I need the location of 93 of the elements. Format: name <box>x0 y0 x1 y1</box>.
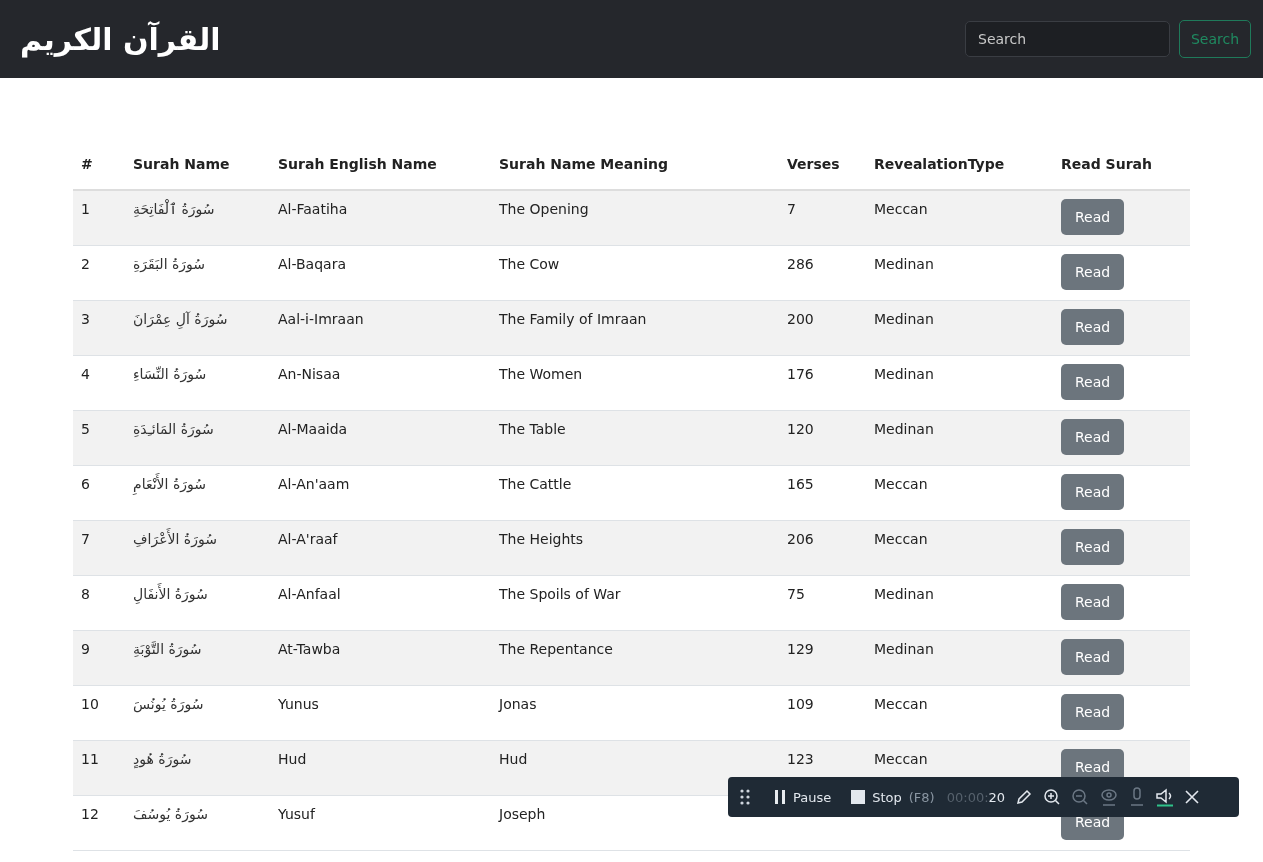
table-cell: Medinan <box>874 421 934 437</box>
table-cell: 206 <box>787 531 814 547</box>
table-cell: An-Nisaa <box>278 366 341 382</box>
table-cell: Aal-i-Imraan <box>278 311 364 327</box>
table-cell: Hud <box>278 751 307 767</box>
table-cell: سُورَةُ يُونُسَ <box>133 696 204 712</box>
table-cell: 10 <box>81 696 99 712</box>
read-button[interactable]: Read <box>1061 199 1125 235</box>
speaker-icon[interactable] <box>1155 787 1176 807</box>
table-cell: Meccan <box>874 201 928 217</box>
stop-button[interactable]: Stop (F8) <box>851 789 935 805</box>
table-cell: 129 <box>787 641 814 657</box>
table-cell: Yunus <box>278 696 319 712</box>
table-cell: Al-Maaida <box>278 421 348 437</box>
table-cell: 200 <box>787 311 814 327</box>
pencil-icon[interactable] <box>1015 788 1034 806</box>
recording-timer: 00:00:20 <box>946 789 1006 805</box>
table-cell: The Spoils of War <box>499 586 621 602</box>
table-cell: سُورَةُ النِّسَاءِ <box>133 366 207 382</box>
logo[interactable]: القرآن الكريم <box>20 21 221 57</box>
table-cell: 75 <box>787 586 805 602</box>
search-button[interactable]: Search <box>1179 20 1251 58</box>
table-cell: 9 <box>81 641 90 657</box>
table-cell: The Opening <box>499 201 589 217</box>
close-icon[interactable] <box>1185 790 1200 804</box>
table-cell: Joseph <box>499 806 546 822</box>
zoom-in-icon[interactable] <box>1043 788 1062 806</box>
table-cell: Medinan <box>874 366 934 382</box>
table-cell: Al-A'raaf <box>278 531 338 547</box>
table-cell: 120 <box>787 421 814 437</box>
table-cell: 286 <box>787 256 814 272</box>
table-cell: 7 <box>81 531 90 547</box>
read-button[interactable]: Read <box>1061 474 1125 510</box>
zoom-out-icon[interactable] <box>1071 788 1090 806</box>
table-cell: At-Tawba <box>278 641 341 657</box>
table-cell: 3 <box>81 311 90 327</box>
table-cell: Jonas <box>499 696 537 712</box>
table-cell: Meccan <box>874 696 928 712</box>
table-cell: Yusuf <box>278 806 315 822</box>
read-button[interactable]: Read <box>1061 694 1125 730</box>
microphone-icon[interactable] <box>1129 787 1146 807</box>
table-cell: سُورَةُ البَقَرَةِ <box>133 256 206 272</box>
table-cell: سُورَةُ ٱلْفَاتِحَةِ <box>133 201 215 217</box>
table-cell: The Repentance <box>499 641 613 657</box>
pause-icon <box>774 789 786 805</box>
table-cell: 109 <box>787 696 814 712</box>
table-cell: 5 <box>81 421 90 437</box>
drag-handle-icon[interactable] <box>740 789 750 805</box>
table-cell: 2 <box>81 256 90 272</box>
table-cell: The Table <box>499 421 566 437</box>
read-button[interactable]: Read <box>1061 584 1125 620</box>
table-cell: 176 <box>787 366 814 382</box>
table-cell: 4 <box>81 366 90 382</box>
read-button[interactable]: Read <box>1061 364 1125 400</box>
table-cell: 7 <box>787 201 796 217</box>
table-cell: The Cow <box>499 256 560 272</box>
table-cell: سُورَةُ هُودٍ <box>133 751 192 767</box>
table-cell: Al-Baqara <box>278 256 346 272</box>
table-cell: سُورَةُ التَّوْبَةِ <box>133 641 202 657</box>
table-cell: Medinan <box>874 256 934 272</box>
table-cell: 12 <box>81 806 99 822</box>
table-cell: 1 <box>81 201 90 217</box>
read-button[interactable]: Read <box>1061 254 1125 290</box>
read-button[interactable]: Read <box>1061 529 1125 565</box>
table-cell: 165 <box>787 476 814 492</box>
table-cell: سُورَةُ آلِ عِمْرَانَ <box>133 311 228 327</box>
table-cell: 11 <box>81 751 99 767</box>
pause-button[interactable]: Pause <box>774 789 832 805</box>
table-cell: Meccan <box>874 751 928 767</box>
table-cell: Meccan <box>874 476 928 492</box>
table-cell: Medinan <box>874 641 934 657</box>
table-cell: The Women <box>499 366 583 382</box>
table-cell: سُورَةُ يُوسُفَ <box>133 806 208 822</box>
table-cell: Al-An'aam <box>278 476 350 492</box>
read-button[interactable]: Read <box>1061 309 1125 345</box>
table-cell: سُورَةُ المَائـِدَةِ <box>133 421 214 437</box>
read-button[interactable]: Read <box>1061 639 1125 675</box>
table-cell: The Family of Imraan <box>499 311 647 327</box>
search-field[interactable]: Search <box>965 21 1170 57</box>
table-cell: 8 <box>81 586 90 602</box>
webcam-icon[interactable] <box>1099 787 1120 807</box>
table-cell: 6 <box>81 476 90 492</box>
table-cell: Medinan <box>874 311 934 327</box>
table-cell: Al-Faatiha <box>278 201 348 217</box>
table-cell: Hud <box>499 751 528 767</box>
table-cell: Medinan <box>874 586 934 602</box>
table-cell: Al-Anfaal <box>278 586 341 602</box>
stop-icon <box>851 790 866 804</box>
table-cell: The Cattle <box>499 476 572 492</box>
table-cell: The Heights <box>499 531 584 547</box>
table-cell: Meccan <box>874 531 928 547</box>
read-button[interactable]: Read <box>1061 419 1125 455</box>
table-cell: 123 <box>787 751 814 767</box>
